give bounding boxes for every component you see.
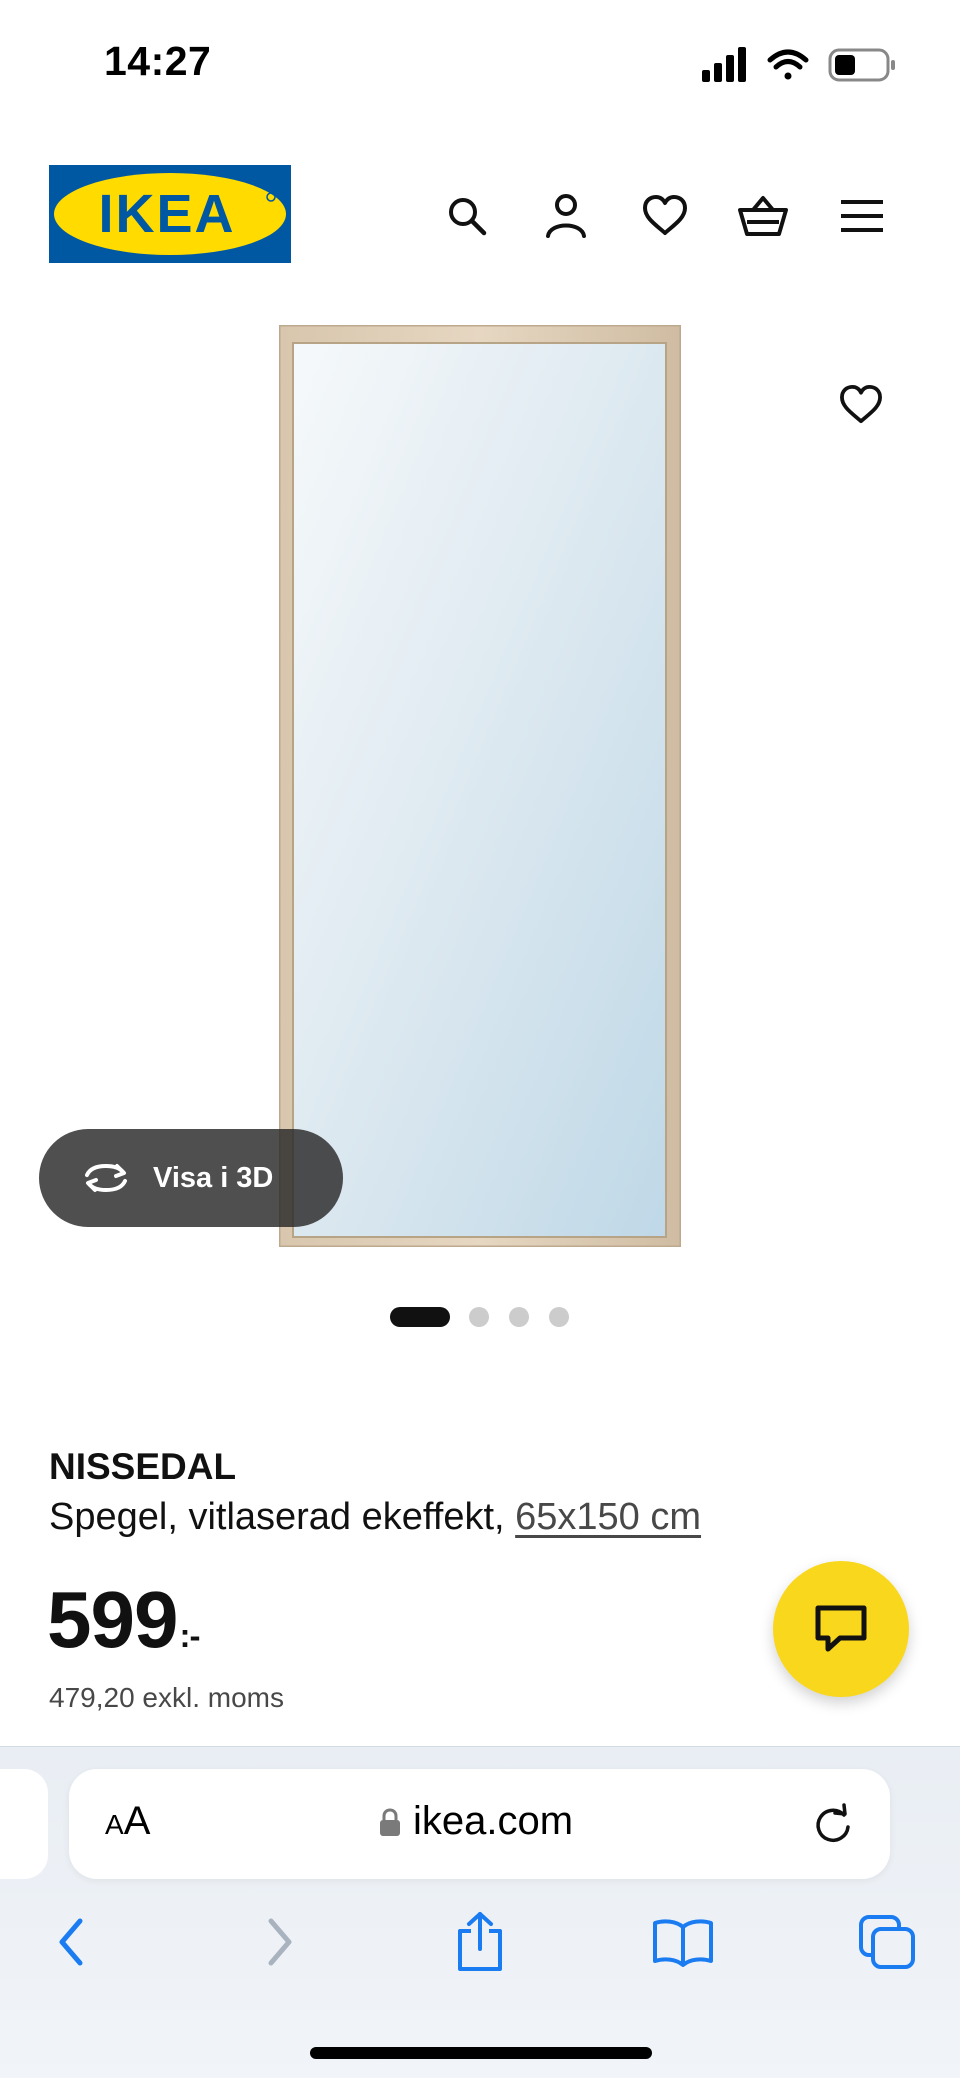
product-price: 599:- [47, 1574, 200, 1666]
browser-bar: AA ikea.com [0, 1746, 960, 2078]
product-description-text: Spegel, vitlaserad ekeffekt, [49, 1496, 505, 1538]
site-header: IKEA [0, 150, 960, 280]
previous-tab-peek[interactable] [0, 1769, 48, 1879]
tabs-button[interactable] [852, 1907, 922, 1977]
product-size-link[interactable]: 65x150 cm [515, 1496, 701, 1538]
book-icon [653, 1919, 713, 1967]
favorite-button[interactable] [831, 375, 891, 435]
account-icon [546, 194, 586, 238]
menu-button[interactable] [834, 188, 890, 244]
product-gallery[interactable]: Visa i 3D [0, 300, 960, 1340]
heart-icon [840, 385, 882, 424]
ikea-logo-text: IKEA [98, 184, 235, 244]
heart-icon [643, 195, 687, 235]
carousel-dots [0, 1304, 960, 1328]
tabs-icon [859, 1915, 915, 1969]
chevron-right-icon [268, 1918, 292, 1966]
url-display[interactable]: ikea.com [379, 1799, 573, 1844]
carousel-dot-4[interactable] [549, 1307, 569, 1327]
cellular-signal-icon [702, 47, 746, 82]
carousel-dot-3[interactable] [509, 1307, 529, 1327]
status-icons [700, 44, 900, 84]
product-name: NISSEDAL [49, 1446, 237, 1487]
cart-button[interactable] [735, 188, 791, 244]
chat-button[interactable] [773, 1561, 909, 1697]
favorites-button[interactable] [637, 188, 693, 244]
url-text: ikea.com [413, 1799, 574, 1843]
battery-icon [828, 48, 895, 82]
status-bar: 14:27 [0, 0, 960, 120]
cart-icon [738, 196, 788, 236]
reload-icon [816, 1803, 850, 1843]
price-value: 599 [47, 1575, 178, 1664]
wifi-icon [767, 49, 809, 80]
carousel-dot-2[interactable] [469, 1307, 489, 1327]
back-button[interactable] [36, 1907, 106, 1977]
price-suffix: :- [179, 1617, 200, 1654]
status-time: 14:27 [104, 38, 212, 84]
menu-icon [841, 200, 883, 232]
lock-icon [380, 1807, 400, 1836]
account-button[interactable] [538, 188, 594, 244]
product-image[interactable] [277, 323, 683, 1249]
forward-button[interactable] [245, 1907, 315, 1977]
home-indicator [310, 2047, 652, 2059]
share-button[interactable] [445, 1907, 515, 1977]
chevron-left-icon [59, 1918, 83, 1966]
bookmarks-button[interactable] [648, 1907, 718, 1977]
ikea-logo[interactable]: IKEA [49, 165, 291, 263]
search-button[interactable] [439, 188, 495, 244]
view-3d-label: Visa i 3D [153, 1161, 274, 1194]
carousel-dot-1[interactable] [390, 1307, 450, 1327]
rotate-3d-icon [85, 1163, 127, 1193]
share-icon [458, 1912, 502, 1971]
chat-icon [815, 1605, 867, 1652]
product-description: Spegel, vitlaserad ekeffekt, 65x150 cm [49, 1496, 701, 1539]
address-bar[interactable]: AA ikea.com [69, 1769, 890, 1879]
search-icon [449, 198, 487, 236]
view-3d-button[interactable]: Visa i 3D [39, 1129, 343, 1227]
reader-settings-button[interactable]: AA [105, 1799, 150, 1844]
reload-button[interactable] [811, 1803, 855, 1847]
price-excl-vat: 479,20 exkl. moms [49, 1682, 284, 1713]
